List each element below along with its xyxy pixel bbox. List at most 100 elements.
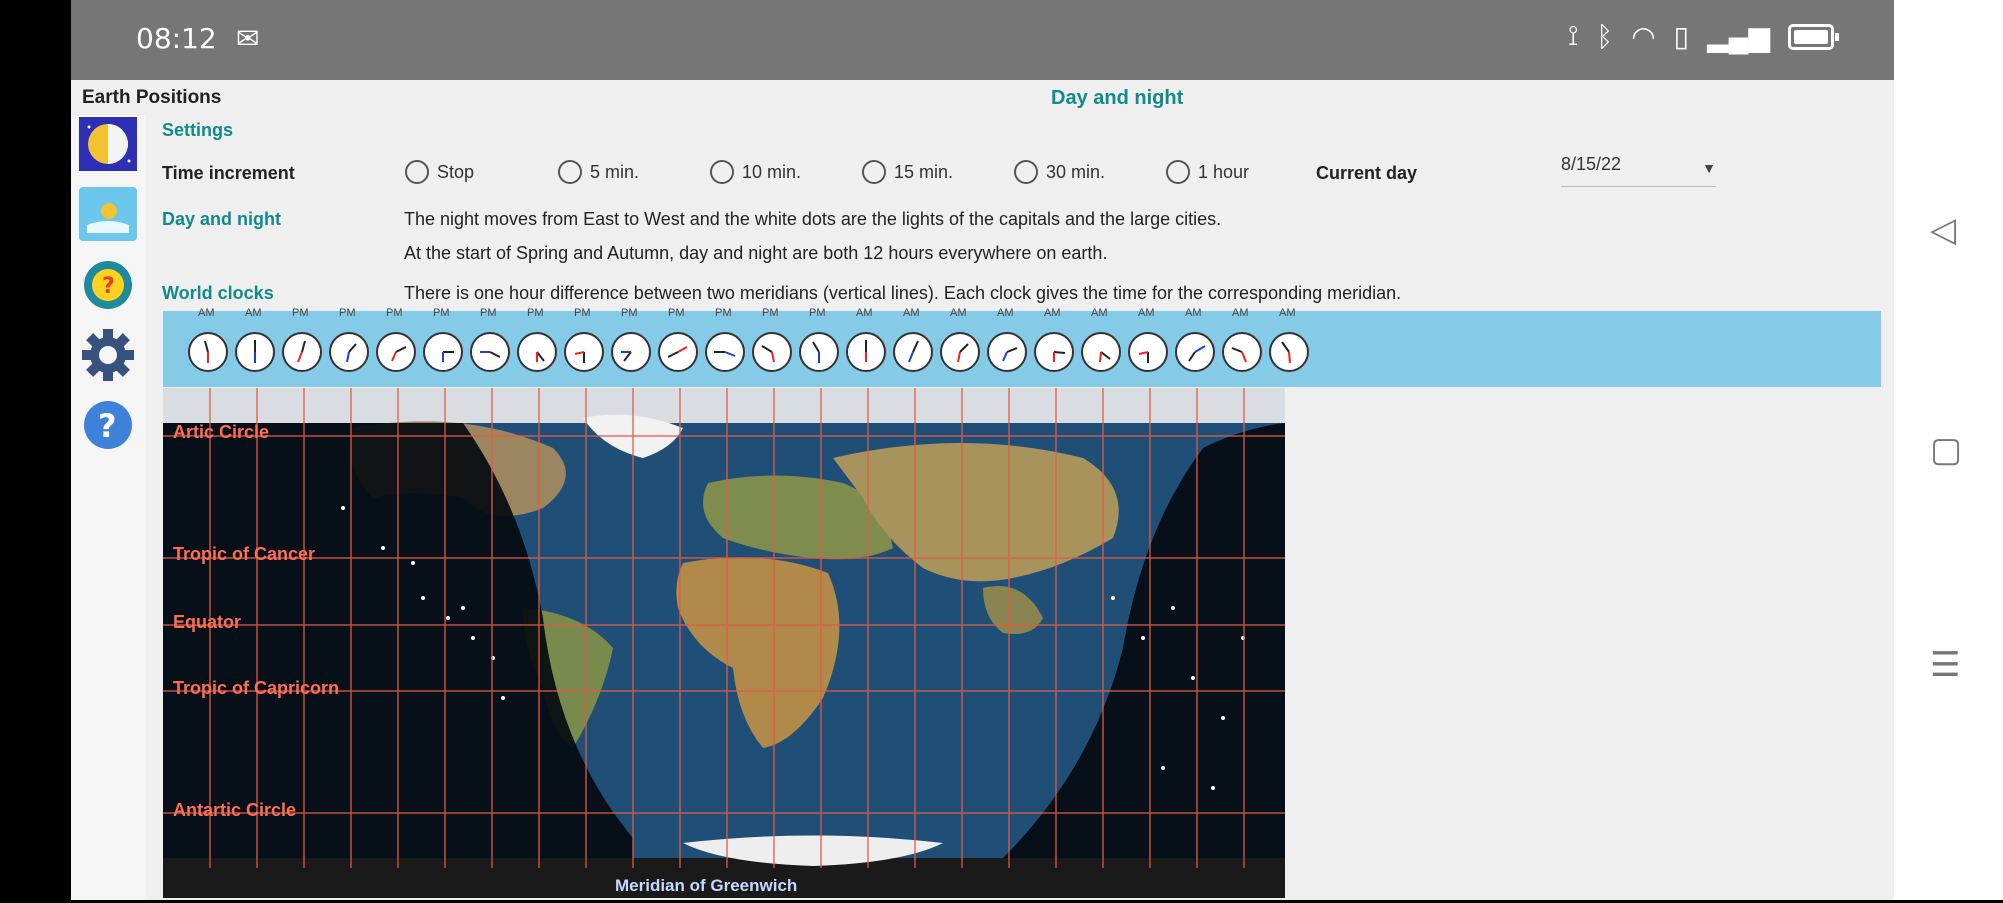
antarctic-circle-label: Antartic Circle [173, 800, 297, 820]
world-map: Artic Circle Tropic of Cancer Equator Tr… [163, 388, 1285, 898]
current-day-label: Current day [1316, 163, 1418, 183]
clock-icon [423, 332, 463, 372]
ampm-label: AM [856, 307, 873, 319]
clock-icon [1081, 332, 1121, 372]
ampm-label: PM [762, 307, 779, 319]
ampm-label: AM [903, 307, 920, 319]
radio-circle[interactable] [558, 160, 582, 184]
day-night-label: Day and night [162, 209, 282, 229]
day-night-line-1: The night moves from East to West and th… [404, 209, 1222, 229]
clock-icon [188, 332, 228, 372]
radio-circle[interactable] [710, 160, 734, 184]
world-clocks-bar: AM AM PM PM PM PM PM PM PM PM PM PM PM P… [163, 307, 1881, 387]
signal-icon: ▂▄▆ [1707, 21, 1770, 52]
tropic-cancer-label: Tropic of Cancer [173, 544, 316, 564]
clock-icon [1034, 332, 1074, 372]
ampm-label: PM [621, 307, 638, 319]
day-night-line-2: At the start of Spring and Autumn, day a… [404, 243, 1108, 263]
vibrate-icon: ⟟ [1568, 20, 1579, 51]
battery-icon [1788, 23, 1839, 50]
ampm-label: AM [245, 307, 262, 319]
arctic-circle-label: Artic Circle [173, 422, 270, 442]
day-night-icon[interactable] [79, 117, 137, 171]
ampm-label: PM [668, 307, 685, 319]
ampm-label: PM [574, 307, 591, 319]
radio-label: 5 min. [590, 161, 640, 182]
ampm-label: AM [1138, 307, 1155, 319]
settings-label: Settings [162, 120, 234, 140]
radio-5-min[interactable]: 5 min. [558, 160, 639, 184]
ampm-label: AM [1185, 307, 1202, 319]
clock-icon [611, 332, 651, 372]
ampm-label: PM [527, 307, 544, 319]
page-title: Day and night [1051, 87, 1184, 109]
clock-icon [658, 332, 698, 372]
ampm-label: AM [1279, 307, 1296, 319]
wifi-icon: ◠ [1631, 21, 1656, 52]
ampm-label: PM [809, 307, 826, 319]
svg-text:?: ? [102, 274, 115, 299]
clock-icon [846, 332, 886, 372]
clock-icon [1222, 332, 1262, 372]
system-nav-bar: ◁ ▢ ☰ [1894, 0, 2003, 900]
clock-icon [1269, 332, 1309, 372]
ampm-label: PM [292, 307, 309, 319]
world-map-graphic [163, 388, 1285, 898]
radio-30-min[interactable]: 30 min. [1014, 160, 1105, 184]
tropic-capricorn-label: Tropic of Capricorn [173, 678, 340, 698]
status-time: 08:12 [136, 22, 217, 55]
ampm-label: AM [1232, 307, 1249, 319]
ampm-label: PM [339, 307, 356, 319]
clock-icon [564, 332, 604, 372]
radio-label: 1 hour [1198, 161, 1250, 182]
clock-icon [235, 332, 275, 372]
clock-icon [1128, 332, 1168, 372]
ampm-label: AM [1044, 307, 1061, 319]
radio-15-min[interactable]: 15 min. [862, 160, 953, 184]
radio-10-min[interactable]: 10 min. [710, 160, 801, 184]
ampm-label: PM [480, 307, 497, 319]
current-day-select[interactable]: 8/15/22 ▼ [1561, 154, 1716, 187]
equator-label: Equator [173, 612, 242, 632]
radio-circle[interactable] [1014, 160, 1038, 184]
radio-circle[interactable] [1166, 160, 1190, 184]
weather-icon[interactable] [79, 187, 137, 241]
world-clocks-label: World clocks [162, 283, 274, 303]
clock-icon [752, 332, 792, 372]
clock-icon [1175, 332, 1215, 372]
meridian-greenwich-label: Meridian of Greenwich [615, 876, 798, 895]
clock-icon [376, 332, 416, 372]
time-increment-label: Time increment [162, 163, 295, 183]
ampm-label: PM [715, 307, 732, 319]
sim-icon: ▯ [1673, 21, 1690, 52]
gear-icon[interactable] [79, 328, 137, 382]
world-clocks-description: There is one hour difference between two… [404, 283, 1402, 303]
current-day-value: 8/15/22 [1561, 154, 1622, 174]
ampm-label: PM [433, 307, 450, 319]
help-icon[interactable]: ? [79, 398, 137, 452]
clock-icon [329, 332, 369, 372]
clock-icon [940, 332, 980, 372]
radio-circle[interactable] [862, 160, 886, 184]
ampm-label: AM [1091, 307, 1108, 319]
ampm-label: PM [386, 307, 403, 319]
radio-circle[interactable] [405, 160, 429, 184]
mail-icon: ✉ [236, 23, 260, 54]
status-icons: ⟟ ᛒ ◠ ▯ ▂▄▆ [1568, 20, 1839, 53]
radio-label: 15 min. [894, 161, 954, 182]
home-square-icon[interactable]: ▢ [1930, 430, 1962, 470]
ampm-label: AM [950, 307, 967, 319]
radio-label: 30 min. [1046, 161, 1106, 182]
sidebar: ? ? [71, 115, 146, 900]
ampm-label: AM [997, 307, 1014, 319]
radio-1-hour[interactable]: 1 hour [1166, 160, 1249, 184]
quiz-icon[interactable]: ? [79, 258, 137, 312]
clock-icon [282, 332, 322, 372]
radio-stop[interactable]: Stop [405, 160, 474, 184]
clock-icon [705, 332, 745, 372]
clock-icon [517, 332, 557, 372]
left-black-bar [0, 0, 71, 900]
back-icon[interactable]: ◁ [1930, 210, 1956, 250]
app-window: Earth Positions Day and night ? ? Settin… [71, 80, 1894, 900]
menu-icon[interactable]: ☰ [1930, 645, 1960, 685]
